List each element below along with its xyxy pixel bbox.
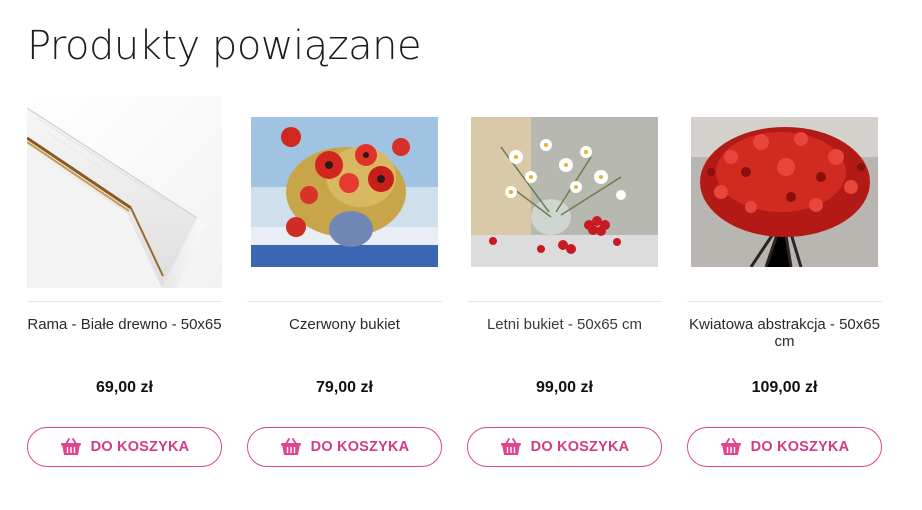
product-price: 79,00 zł [316,379,373,396]
card-divider [467,301,662,302]
card-divider [27,301,222,302]
product-price: 99,00 zł [536,379,593,396]
basket-icon [280,438,301,455]
red-poppies-painting-image [251,117,438,267]
related-products-grid: Rama - Białe drewno - 50x65 69,00 zł DO … [27,96,895,476]
product-name[interactable]: Czerwony bukiet [247,316,442,333]
add-to-cart-label: DO KOSZYKA [310,439,410,455]
product-card: Kwiatowa abstrakcja - 50x65 cm 109,00 zł… [687,96,882,476]
product-card: Rama - Białe drewno - 50x65 69,00 zł DO … [27,96,222,476]
product-name[interactable]: Kwiatowa abstrakcja - 50x65 cm [687,316,882,350]
basket-icon [720,438,741,455]
product-image-link[interactable] [247,96,442,288]
add-to-cart-label: DO KOSZYKA [90,439,190,455]
product-price: 69,00 zł [96,379,153,396]
daisies-painting-image [471,117,658,267]
product-price: 109,00 zł [751,379,818,396]
basket-icon [500,438,521,455]
add-to-cart-button[interactable]: DO KOSZYKA [27,427,222,467]
product-name[interactable]: Letni bukiet - 50x65 cm [467,316,662,333]
add-to-cart-label: DO KOSZYKA [530,439,630,455]
basket-icon [60,438,81,455]
add-to-cart-button[interactable]: DO KOSZYKA [467,427,662,467]
card-divider [687,301,882,302]
frame-corner-image [27,96,222,288]
product-card: Letni bukiet - 50x65 cm 99,00 zł DO KOSZ… [467,96,662,476]
product-image-link[interactable] [467,96,662,288]
product-card: Czerwony bukiet 79,00 zł DO KOSZYKA [247,96,442,476]
product-image-link[interactable] [687,96,882,288]
add-to-cart-button[interactable]: DO KOSZYKA [687,427,882,467]
product-name[interactable]: Rama - Białe drewno - 50x65 [27,316,222,333]
add-to-cart-label: DO KOSZYKA [750,439,850,455]
section-title: Produkty powiązane [27,23,422,69]
red-flowers-abstract-image [691,117,878,267]
add-to-cart-button[interactable]: DO KOSZYKA [247,427,442,467]
product-image-link[interactable] [27,96,222,288]
card-divider [247,301,442,302]
